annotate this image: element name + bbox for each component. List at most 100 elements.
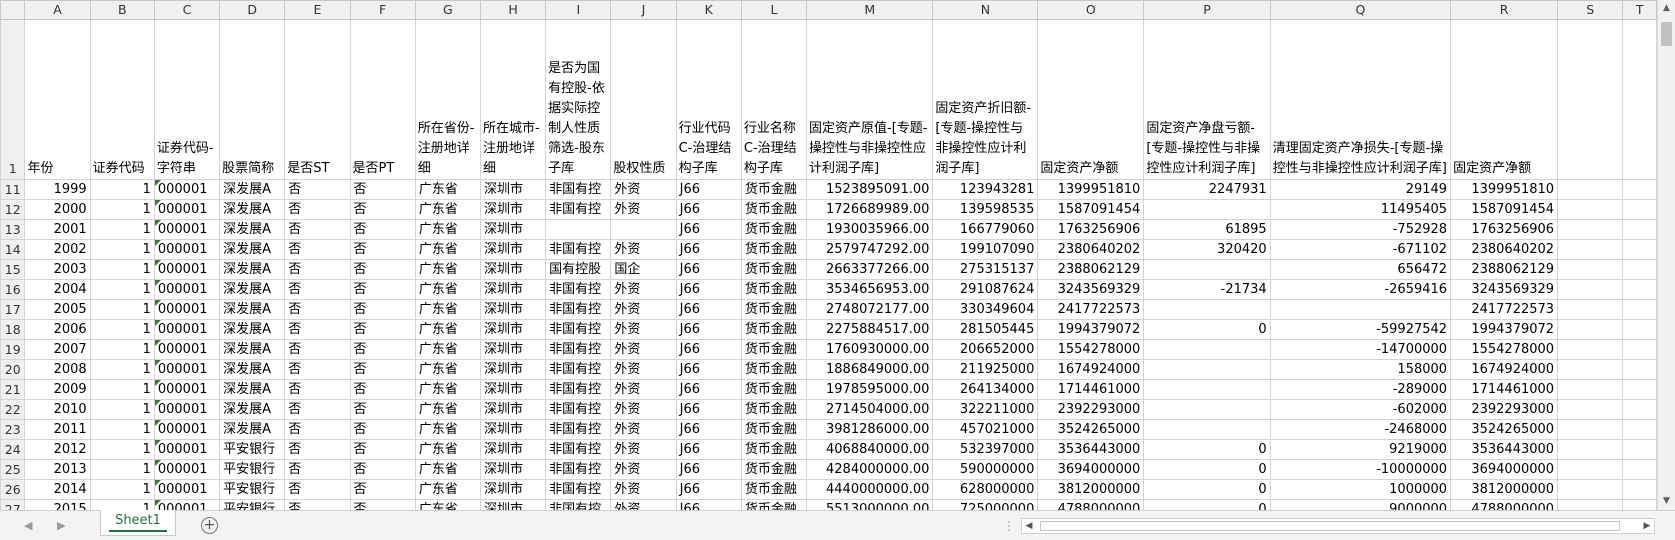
cell[interactable]: 否 — [284, 219, 351, 240]
cell[interactable] — [1622, 439, 1657, 460]
cell[interactable]: 外资 — [610, 499, 677, 510]
cell[interactable]: 0 — [1143, 499, 1271, 510]
cell[interactable]: 1 — [89, 479, 155, 500]
cell[interactable]: 000001 — [153, 439, 221, 460]
cell[interactable]: 1 — [89, 459, 155, 480]
cell[interactable]: 深圳市 — [479, 319, 547, 340]
cell[interactable]: 货币金融 — [740, 479, 808, 500]
cell[interactable]: 1930035966.00 — [806, 219, 934, 240]
cell[interactable]: 非国有控 — [545, 399, 612, 420]
cell[interactable]: 656472 — [1269, 259, 1452, 280]
cell[interactable]: 1399951810 — [1037, 179, 1145, 200]
cell[interactable]: 2663377266.00 — [806, 259, 934, 280]
cell[interactable]: 2004 — [24, 279, 91, 300]
column-header[interactable]: H — [479, 0, 547, 20]
cell[interactable] — [1143, 379, 1271, 400]
header-cell[interactable]: 固定资产净盘亏额-[专题-操控性与非操控性应计利润子库] — [1143, 19, 1271, 180]
cell[interactable]: -289000 — [1269, 379, 1452, 400]
cell[interactable] — [1557, 239, 1624, 260]
cell[interactable]: 4788000000 — [1037, 499, 1145, 510]
cell[interactable]: 2392293000 — [1037, 399, 1145, 420]
cell[interactable]: J66 — [675, 419, 742, 440]
row-number[interactable]: 22 — [0, 399, 26, 420]
header-cell[interactable]: 股票简称 — [219, 19, 286, 180]
cell[interactable]: 1523895091.00 — [806, 179, 934, 200]
cell[interactable] — [610, 219, 677, 240]
cell[interactable]: 货币金融 — [740, 499, 808, 510]
cell[interactable] — [1557, 319, 1624, 340]
cell[interactable]: -14700000 — [1269, 339, 1452, 360]
header-cell[interactable]: 行业名称C-治理结构子库 — [740, 19, 808, 180]
cell[interactable]: 0 — [1143, 439, 1271, 460]
row-number[interactable]: 13 — [0, 219, 26, 240]
cell[interactable] — [1269, 299, 1452, 320]
cell[interactable]: 3536443000 — [1037, 439, 1145, 460]
cell[interactable]: 货币金融 — [740, 219, 808, 240]
column-header[interactable]: O — [1037, 0, 1145, 20]
cell[interactable]: -671102 — [1269, 239, 1452, 260]
column-header[interactable]: S — [1557, 0, 1624, 20]
cell[interactable]: 广东省 — [414, 459, 481, 480]
header-cell[interactable] — [1622, 19, 1657, 180]
cell[interactable]: -2468000 — [1269, 419, 1452, 440]
cell[interactable]: 深发展A — [219, 259, 286, 280]
cell[interactable]: 1763256906 — [1450, 219, 1559, 240]
cell[interactable] — [1557, 419, 1624, 440]
cell[interactable]: 2011 — [24, 419, 91, 440]
cell[interactable]: 否 — [349, 219, 416, 240]
cell[interactable]: 深圳市 — [479, 399, 547, 420]
cell[interactable]: 广东省 — [414, 419, 481, 440]
cell[interactable] — [1557, 339, 1624, 360]
cell[interactable] — [1622, 459, 1657, 480]
cell[interactable]: 平安银行 — [219, 499, 286, 510]
cell[interactable]: 1760930000.00 — [806, 339, 934, 360]
row-number[interactable]: 21 — [0, 379, 26, 400]
cell[interactable]: 深圳市 — [479, 379, 547, 400]
cell[interactable] — [1143, 339, 1271, 360]
cell[interactable]: 1 — [89, 439, 155, 460]
column-header[interactable]: C — [153, 0, 221, 20]
cell[interactable]: 0 — [1143, 459, 1271, 480]
cell[interactable]: 4284000000.00 — [806, 459, 934, 480]
cell[interactable]: 1 — [89, 359, 155, 380]
cell[interactable]: 否 — [349, 319, 416, 340]
row-number[interactable]: 18 — [0, 319, 26, 340]
cell[interactable]: 否 — [349, 499, 416, 510]
header-cell[interactable]: 证券代码 — [89, 19, 155, 180]
cell[interactable]: J66 — [675, 439, 742, 460]
cell[interactable]: -21734 — [1143, 279, 1271, 300]
cell[interactable]: 否 — [349, 439, 416, 460]
cell[interactable]: 590000000 — [932, 459, 1039, 480]
cell[interactable]: 000001 — [153, 359, 221, 380]
cell[interactable]: 000001 — [153, 279, 221, 300]
cell[interactable]: 否 — [349, 359, 416, 380]
cell[interactable]: J66 — [675, 179, 742, 200]
cell[interactable] — [1557, 479, 1624, 500]
cell[interactable]: 深发展A — [219, 399, 286, 420]
prev-sheet-icon[interactable]: ◀ — [24, 519, 32, 532]
cell[interactable]: 货币金融 — [740, 179, 808, 200]
cell[interactable]: 291087624 — [932, 279, 1039, 300]
vertical-scroll-thumb[interactable] — [1661, 22, 1672, 46]
cell[interactable]: 3524265000 — [1037, 419, 1145, 440]
cell[interactable]: 否 — [349, 299, 416, 320]
horizontal-scrollbar[interactable]: ◀ ▶ — [1021, 518, 1655, 534]
cell[interactable]: J66 — [675, 259, 742, 280]
cell[interactable]: 275315137 — [932, 259, 1039, 280]
row-number[interactable]: 24 — [0, 439, 26, 460]
column-header[interactable]: N — [932, 0, 1039, 20]
cell[interactable]: 货币金融 — [740, 379, 808, 400]
cell[interactable]: -2659416 — [1269, 279, 1452, 300]
cell[interactable]: 货币金融 — [740, 439, 808, 460]
cell[interactable] — [1622, 499, 1657, 510]
cell[interactable]: J66 — [675, 339, 742, 360]
cell[interactable] — [1622, 359, 1657, 380]
cell[interactable]: J66 — [675, 199, 742, 220]
cell[interactable]: 1994379072 — [1450, 319, 1559, 340]
column-header[interactable]: T — [1622, 0, 1657, 20]
cell[interactable] — [545, 219, 612, 240]
cell[interactable]: 000001 — [153, 479, 221, 500]
cell[interactable]: 11495405 — [1269, 199, 1452, 220]
cell[interactable] — [1622, 419, 1657, 440]
cell[interactable] — [1622, 199, 1657, 220]
